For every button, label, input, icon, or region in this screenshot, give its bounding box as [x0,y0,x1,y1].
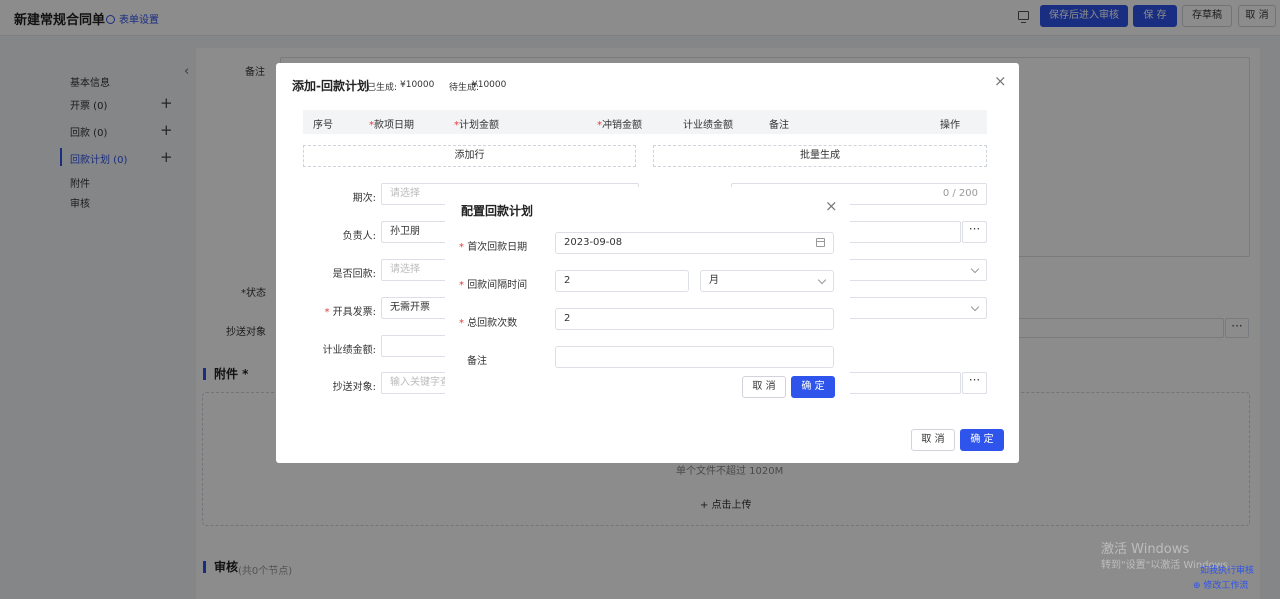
owner-label: 负责人: [342,231,376,242]
config-confirm-button[interactable]: 确 定 [791,376,835,398]
column-header: *冲销金额 [597,120,642,131]
first-date-label: * 首次回款日期 [459,242,528,253]
modify-workflow-link[interactable]: ⊕ 修改工作流 [1193,578,1248,591]
activation-watermark-title: 激活 Windows [1101,542,1190,557]
column-header: 备注 [769,120,789,131]
first-date-field[interactable]: 2023-09-08 [555,232,834,254]
is-collected-label: 是否回款: [332,269,376,280]
table-header: 序号 *款项日期 *计划金额 *冲销金额 计业绩金额 备注 操作 [303,110,987,134]
column-header: *计划金额 [454,120,499,131]
dialog-confirm-button[interactable]: 确 定 [960,429,1004,451]
column-header: 序号 [313,120,333,131]
config-close-icon[interactable]: × [825,199,838,214]
total-count-field[interactable]: 2 [555,308,834,330]
interval-unit-select[interactable]: 月 [700,270,834,292]
chevron-down-icon [817,275,827,285]
calendar-icon[interactable] [816,238,825,247]
close-icon[interactable]: × [994,74,1007,89]
add-row-button[interactable]: 添加行 [303,145,636,167]
review-link[interactable]: 如我执行审核 [1200,563,1254,576]
chevron-down-icon [970,264,980,274]
total-count-label: * 总回款次数 [459,318,518,329]
invoice-label: * 开具发票: [324,307,376,318]
column-header: 计业绩金额 [683,120,733,131]
interval-field[interactable]: 2 [555,270,689,292]
config-dialog-title: 配置回款计划 [461,204,534,218]
config-cancel-button[interactable]: 取 消 [742,376,786,398]
generated-label: 已生成: [367,83,398,93]
chevron-down-icon [970,302,980,312]
config-remark-label: 备注 [467,356,487,367]
config-plan-dialog: 配置回款计划 × * 首次回款日期 2023-09-08 * 回款间隔时间 2 … [445,187,850,410]
dialog-title: 添加-回款计划 [292,79,369,93]
period-label: 期次: [352,193,376,204]
dialog-cancel-button[interactable]: 取 消 [911,429,955,451]
batch-generate-button[interactable]: 批量生成 [653,145,987,167]
generated-value: ¥10000 [400,80,435,90]
cc-dialog-label: 抄送对象: [332,382,376,393]
column-header: 操作 [940,120,960,131]
owner-picker-button[interactable]: ··· [962,221,987,243]
pending-value: ¥10000 [472,80,507,90]
config-remark-field[interactable] [555,346,834,368]
performance-label: 计业绩金额: [322,345,376,356]
interval-label: * 回款间隔时间 [459,280,528,291]
cc-dialog-picker-button[interactable]: ··· [962,372,987,394]
column-header: *款项日期 [369,120,414,131]
